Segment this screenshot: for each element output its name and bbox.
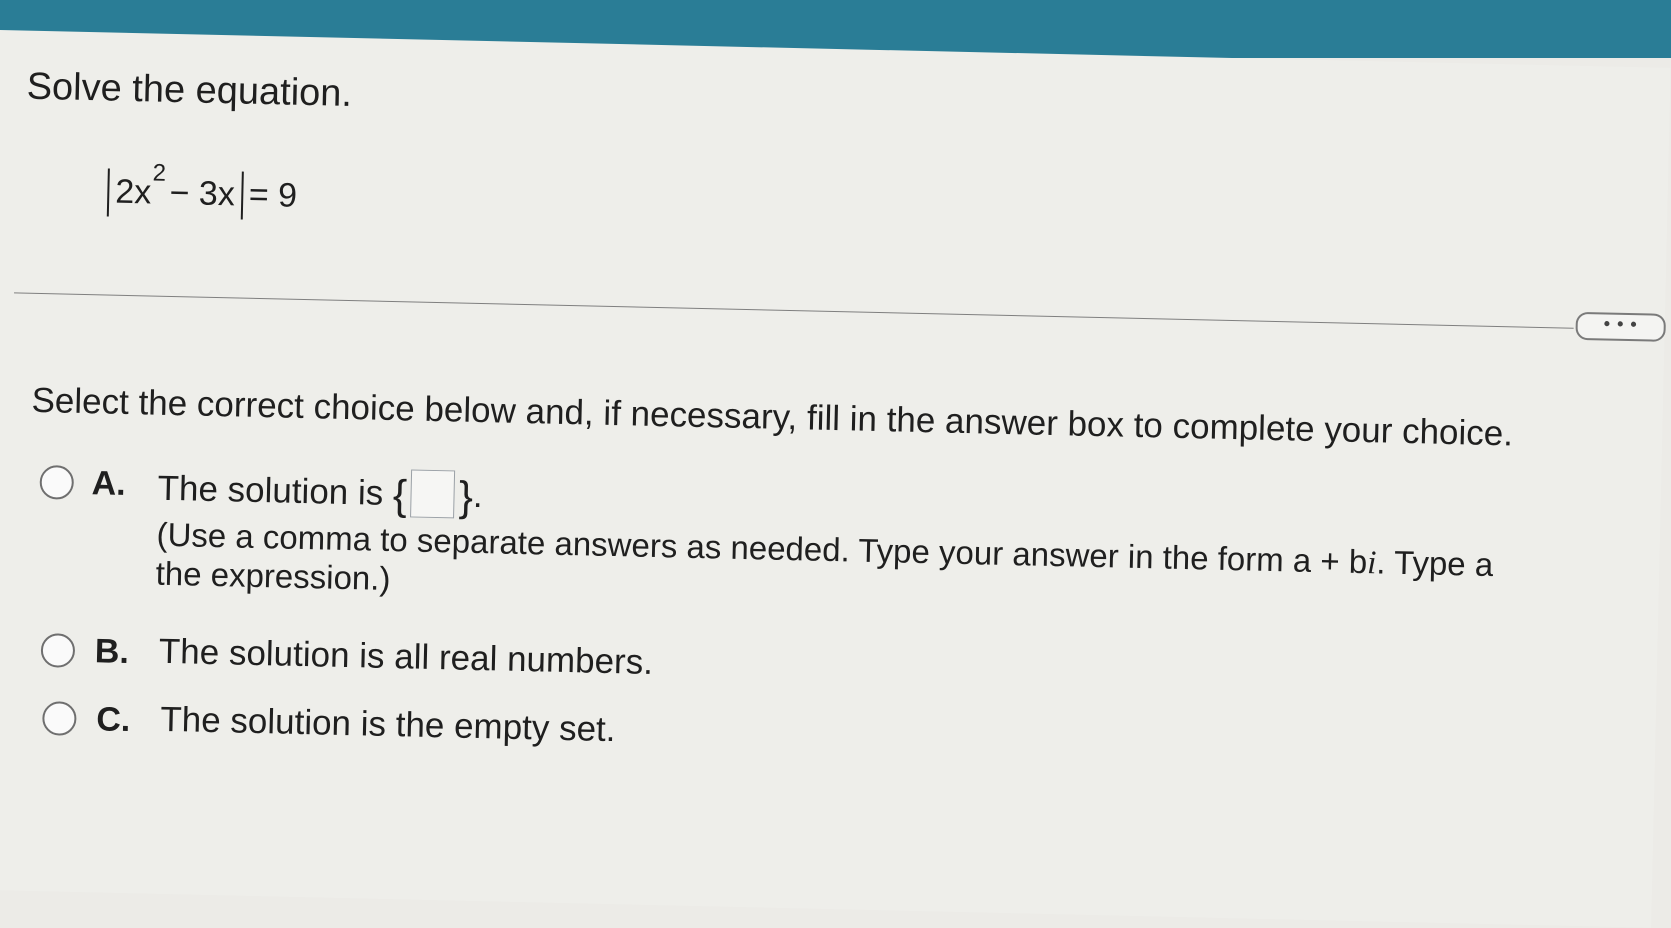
instruction-text: Select the correct choice below and, if … [31,380,1514,454]
hint-text-2: . Type a [1375,543,1494,584]
choice-c-text: The solution is the empty set. [159,699,616,750]
equation-term: 2x [114,172,152,212]
choice-a-letter: A. [91,464,127,503]
section-divider [14,292,1574,329]
absolute-value-left-bar [106,168,110,217]
choice-b-letter: B. [94,632,130,672]
question-title: Solve the equation. [26,65,353,115]
choice-a-label: The solution is [157,468,394,514]
answer-input-box[interactable] [410,469,456,519]
choice-c-radio[interactable] [42,701,77,736]
choice-a-hint: (Use a comma to separate answers as need… [155,516,1493,623]
equation-rhs: = 9 [248,175,298,215]
choice-a-text: The solution is {}. [157,464,483,521]
choice-a-period: . [472,475,484,516]
open-brace: { [392,471,408,519]
choice-b-text: The solution is all real numbers. [158,631,654,682]
equation: 2x 2 − 3x = 9 [101,160,298,220]
equation-rest: − 3x [169,173,236,214]
absolute-value-right-bar [240,171,244,220]
more-options-button[interactable]: • • • [1575,311,1666,342]
question-panel: Solve the equation. 2x 2 − 3x = 9 • • • … [0,30,1671,928]
equation-exponent: 2 [152,159,167,187]
choice-c-letter: C. [95,700,131,740]
choice-a-radio[interactable] [39,465,75,500]
choice-b-radio[interactable] [40,633,76,668]
